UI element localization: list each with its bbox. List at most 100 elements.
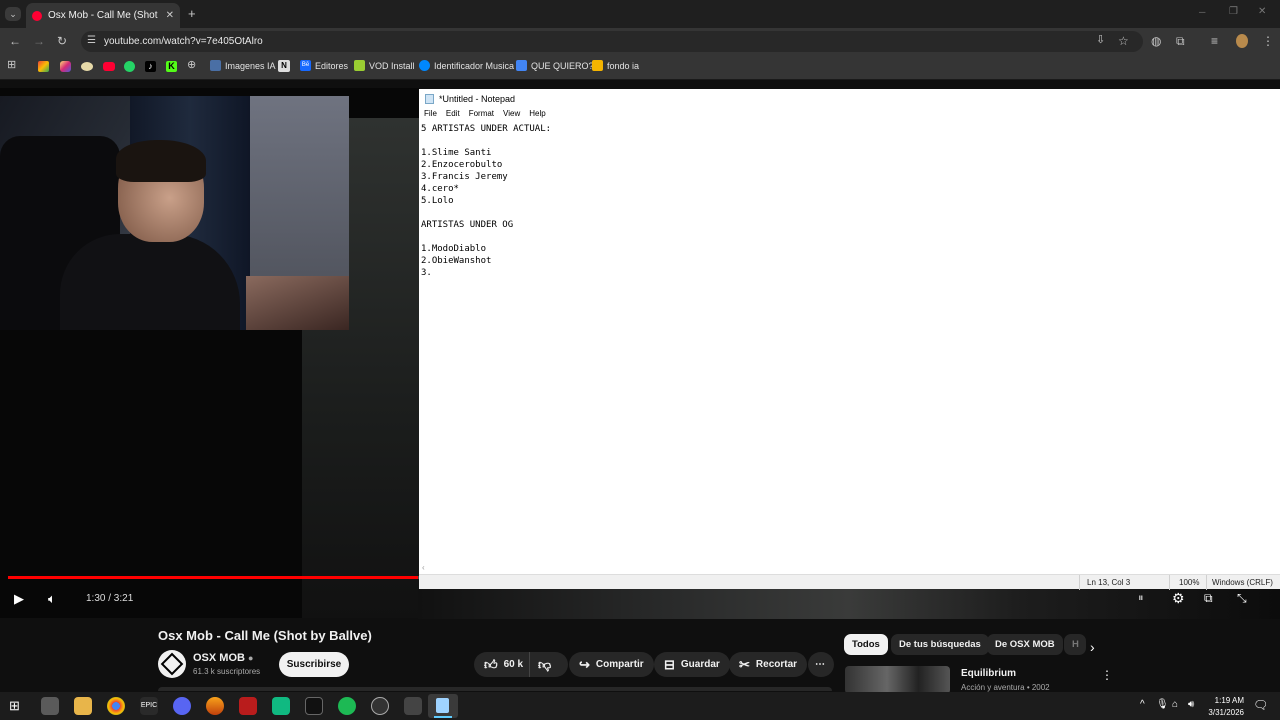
app-green-icon[interactable]: [272, 697, 290, 715]
voicemeeter-icon[interactable]: [239, 697, 257, 715]
browser-menu-icon[interactable]: ⋮: [1262, 35, 1274, 47]
restore-icon[interactable]: ❐: [1229, 7, 1238, 17]
whatsapp-bookmark-icon[interactable]: [124, 61, 135, 72]
tab-close-icon[interactable]: ✕: [166, 10, 174, 21]
url-text[interactable]: youtube.com/watch?v=7e405OtAlro: [104, 36, 263, 47]
apps-grid-icon[interactable]: ⊞: [7, 60, 16, 71]
network-icon[interactable]: ⌂: [1172, 700, 1178, 710]
site-info-icon[interactable]: ☰: [87, 36, 96, 46]
like-button[interactable]: 👍︎ 60 k: [474, 652, 530, 677]
recommendation-thumbnail[interactable]: [845, 666, 950, 694]
bookmark-star-icon[interactable]: ☆: [1118, 35, 1129, 47]
tab-title: Osx Mob - Call Me (Shot by Ballve): [48, 10, 160, 21]
kick-bookmark-icon[interactable]: K: [166, 61, 177, 72]
chips-next-icon[interactable]: ›: [1090, 640, 1095, 654]
video-progress-played[interactable]: [8, 576, 418, 579]
video-timecode: 1:30 / 3:21: [86, 593, 134, 604]
notepad-menubar: File Edit Format View Help: [419, 109, 1280, 121]
new-tab-icon[interactable]: +: [188, 7, 196, 20]
tab-search-chevron-icon[interactable]: ⌄: [5, 7, 21, 21]
chrome-taskbar-icon[interactable]: [107, 697, 125, 715]
chip-from-channel[interactable]: De OSX MOB: [987, 634, 1063, 655]
clip-button[interactable]: ✂ Recortar: [729, 652, 808, 677]
notepad-titlebar[interactable]: *Untitled - Notepad: [419, 89, 1280, 108]
notion-bookmark-icon[interactable]: N: [278, 60, 290, 72]
youtube-bookmark-icon[interactable]: [103, 62, 115, 71]
bookmark-oval-icon[interactable]: [81, 62, 93, 71]
menu-view[interactable]: View: [503, 109, 520, 121]
media-queue-icon[interactable]: ≡: [1211, 35, 1218, 47]
chip-all[interactable]: Todos: [844, 634, 888, 655]
bookmark-icon: [210, 60, 221, 71]
tiktok-bookmark-icon[interactable]: ♪: [145, 61, 156, 72]
install-app-icon[interactable]: ⇩: [1096, 35, 1105, 46]
status-divider: [1206, 575, 1207, 590]
notifications-icon[interactable]: 🗨︎: [1253, 699, 1268, 711]
active-tab[interactable]: Osx Mob - Call Me (Shot by Ballve) ✕: [26, 3, 180, 28]
extension-circle-icon[interactable]: ◍: [1151, 35, 1161, 47]
share-button[interactable]: ↪ Compartir: [569, 652, 654, 677]
menu-edit[interactable]: Edit: [446, 109, 460, 121]
windows-start-icon[interactable]: ⊞: [9, 699, 20, 712]
scroll-left-icon[interactable]: ‹: [422, 563, 425, 572]
menu-file[interactable]: File: [424, 109, 437, 121]
bookmark-fondo-ia[interactable]: fondo ia: [592, 60, 639, 71]
fullscreen-icon[interactable]: ⤡: [1237, 592, 1247, 604]
microphone-icon[interactable]: 🎙︎: [1156, 700, 1169, 710]
more-horizontal-icon: ⋯: [815, 659, 825, 670]
recommendation-menu-icon[interactable]: ⋮: [1101, 669, 1113, 681]
profile-avatar[interactable]: [1236, 34, 1248, 48]
bookmark-imagenes-ia[interactable]: Imagenes IA: [210, 60, 276, 71]
back-icon[interactable]: ←: [9, 35, 21, 47]
subscribe-button[interactable]: Suscribirse: [279, 652, 349, 677]
taskbar-clock[interactable]: 1:19 AM 3/31/2026: [1198, 695, 1244, 719]
tray-overflow-icon[interactable]: ^: [1140, 700, 1145, 710]
status-encoding: Windows (CRLF): [1212, 578, 1273, 587]
epic-games-icon[interactable]: EPIC: [140, 697, 158, 715]
globe-bookmark-icon[interactable]: ⊕: [187, 60, 196, 71]
chip-partial[interactable]: H: [1064, 634, 1086, 655]
recommendation-title[interactable]: Equilibrium: [961, 668, 1016, 679]
notepad-taskbar-active[interactable]: [428, 694, 458, 718]
reload-icon[interactable]: ↻: [57, 35, 67, 47]
speaker-icon[interactable]: 🔊︎: [1188, 700, 1194, 710]
menu-format[interactable]: Format: [469, 109, 494, 121]
obs-like-app-icon[interactable]: [206, 697, 224, 715]
spotify-icon[interactable]: [338, 697, 356, 715]
bookmark-vod-install[interactable]: VOD Install: [354, 60, 415, 71]
scissors-icon: ✂: [739, 656, 750, 672]
miniplayer-icon[interactable]: ⧉: [1204, 592, 1213, 604]
channel-name[interactable]: OSX MOB ●: [193, 652, 253, 664]
channel-avatar[interactable]: [158, 650, 186, 678]
save-button[interactable]: ⊟ Guardar: [654, 652, 730, 677]
forward-icon[interactable]: →: [33, 35, 45, 47]
settings-gear-icon[interactable]: ⚙: [1172, 591, 1185, 605]
webcam-person-hair: [116, 140, 206, 182]
folder-icon: [592, 60, 603, 71]
bookmark-identificador-musica[interactable]: Identificador Musica: [419, 60, 514, 71]
file-explorer-icon[interactable]: [74, 697, 92, 715]
gmail-bookmark-icon[interactable]: [38, 61, 49, 72]
notepad-text-area[interactable]: 5 ARTISTAS UNDER ACTUAL: 1.Slime Santi 2…: [421, 123, 1276, 563]
bookmark-que-quiero[interactable]: QUE QUIERO?: [516, 60, 594, 71]
task-view-icon[interactable]: [41, 697, 59, 715]
clock-time: 1:19 AM: [1214, 696, 1244, 705]
webcam-overlay: [0, 96, 349, 330]
instagram-bookmark-icon[interactable]: [60, 61, 71, 72]
bookmark-editores[interactable]: Bē Editores: [300, 60, 348, 71]
play-icon[interactable]: ▶: [14, 592, 24, 605]
discord-icon[interactable]: [173, 697, 191, 715]
window-close-icon[interactable]: ✕: [1258, 7, 1266, 17]
gaming-app-icon[interactable]: [404, 697, 422, 715]
menu-help[interactable]: Help: [529, 109, 545, 121]
extensions-puzzle-icon[interactable]: ⧉: [1176, 35, 1185, 47]
chip-from-searches[interactable]: De tus búsquedas: [891, 634, 989, 655]
obs-icon[interactable]: [371, 697, 389, 715]
active-indicator: [434, 716, 452, 718]
capcut-icon[interactable]: [305, 697, 323, 715]
volume-icon[interactable]: 🔈︎: [48, 592, 56, 605]
more-actions-button[interactable]: ⋯: [808, 652, 834, 677]
minimize-icon[interactable]: ─: [1199, 8, 1205, 17]
pause-autoplay-icon[interactable]: ⏸︎: [1138, 593, 1144, 604]
dislike-button[interactable]: 👎︎: [530, 652, 568, 677]
